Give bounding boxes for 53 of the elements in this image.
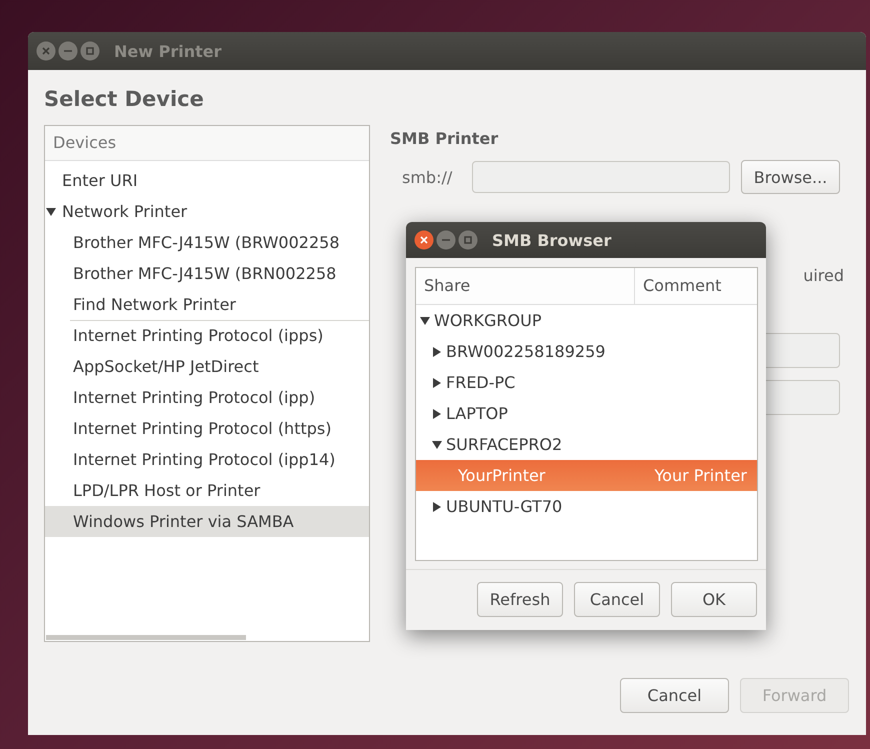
share-name: BRW002258189259 [446, 342, 606, 361]
list-item[interactable]: Brother MFC-J415W (BRW002258 [45, 227, 369, 258]
window-title: SMB Browser [492, 230, 612, 250]
list-item[interactable]: Internet Printing Protocol (ipps) [45, 320, 369, 351]
share-name: LAPTOP [446, 404, 508, 423]
list-item[interactable]: LPD/LPR Host or Printer [45, 475, 369, 506]
share-name: WORKGROUP [434, 311, 542, 330]
section-title: SMB Printer [390, 129, 500, 148]
label-text: uired [803, 266, 844, 285]
list-item[interactable]: Brother MFC-J415W (BRN002258 [45, 258, 369, 289]
dialog-button[interactable]: Cancel [620, 678, 729, 713]
expander-icon[interactable] [432, 346, 442, 356]
expander-icon[interactable] [420, 316, 430, 326]
share-name: SURFACEPRO2 [446, 435, 562, 454]
page-heading: Select Device [44, 87, 205, 111]
column-header: Devices [45, 126, 369, 161]
list-item[interactable]: Network Printer [45, 196, 369, 227]
dialog-button[interactable]: Cancel [574, 582, 660, 617]
expander-icon[interactable] [432, 502, 442, 512]
comment-text: Your Printer [654, 466, 747, 485]
minimize-icon[interactable] [58, 41, 78, 61]
list-item[interactable]: Internet Printing Protocol (ipp14) [45, 444, 369, 475]
list-item[interactable]: Find Network Printer [45, 289, 369, 320]
list-item[interactable]: Internet Printing Protocol (ipp) [45, 382, 369, 413]
tree-row[interactable]: UBUNTU-GT70 [416, 491, 757, 522]
list-item[interactable]: Windows Printer via SAMBA [45, 506, 369, 537]
maximize-icon[interactable] [80, 41, 100, 61]
share-name: YourPrinter [458, 466, 546, 485]
tree-row[interactable]: BRW002258189259 [416, 336, 757, 367]
tree-row[interactable]: WORKGROUP [416, 305, 757, 336]
tree-row[interactable]: LAPTOP [416, 398, 757, 429]
expander-icon[interactable] [432, 440, 442, 450]
maximize-icon[interactable] [458, 230, 478, 250]
window-title: New Printer [114, 42, 222, 60]
scrollbar[interactable] [46, 635, 246, 640]
input-field[interactable] [472, 161, 730, 193]
share-name: UBUNTU-GT70 [446, 497, 562, 516]
dialog-button[interactable]: Refresh [477, 582, 563, 617]
list-item[interactable]: Internet Printing Protocol (https) [45, 413, 369, 444]
browse-button[interactable]: Browse... [741, 160, 840, 194]
field-label: smb:// [402, 168, 454, 186]
list-item[interactable]: Enter URI [45, 165, 369, 196]
expander-icon[interactable] [432, 378, 442, 388]
tree-row[interactable]: SURFACEPRO2 [416, 429, 757, 460]
share-name: FRED-PC [446, 373, 516, 392]
column-header[interactable]: Comment [635, 268, 757, 304]
dialog-button[interactable]: OK [671, 582, 757, 617]
tree-row[interactable]: FRED-PC [416, 367, 757, 398]
list-item[interactable]: AppSocket/HP JetDirect [45, 351, 369, 382]
expander-icon[interactable] [46, 206, 56, 216]
column-header[interactable]: Share [416, 268, 635, 304]
expander-icon[interactable] [432, 408, 442, 418]
close-icon[interactable] [414, 230, 434, 250]
